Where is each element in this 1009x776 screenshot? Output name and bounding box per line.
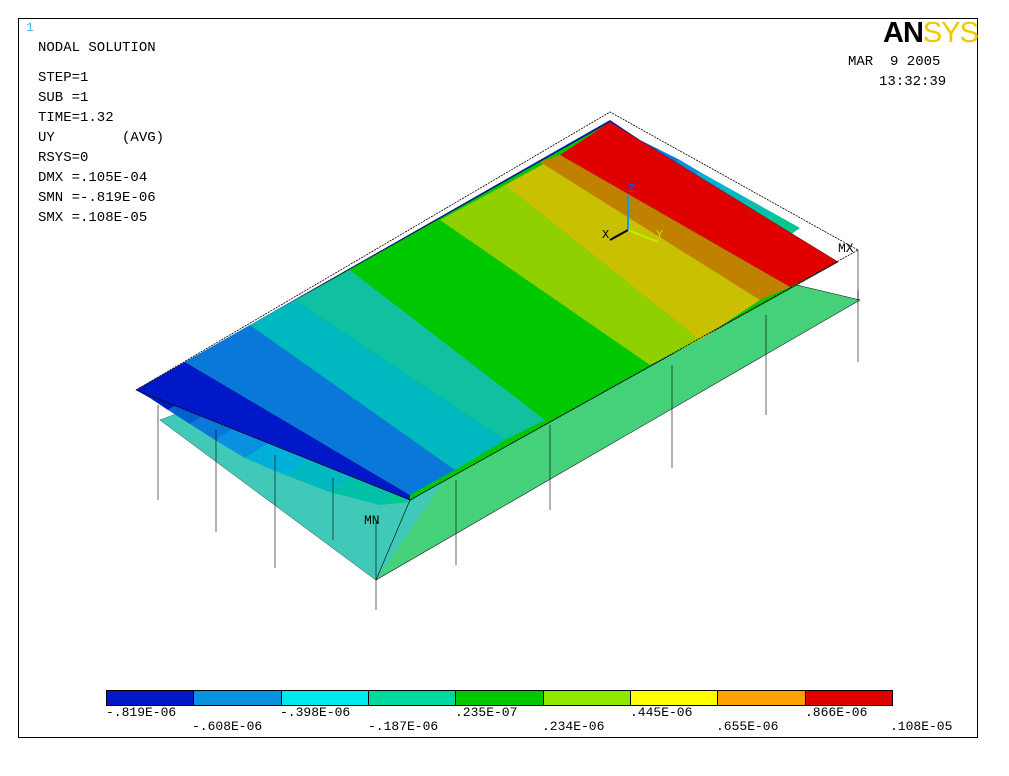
axis-y-label: Y — [656, 228, 663, 242]
legend-swatch — [193, 691, 281, 705]
legend-swatch — [107, 691, 194, 705]
legend-label-8: .655E-06 — [716, 719, 779, 734]
axis-x-label: X — [602, 228, 609, 242]
max-marker: MX — [838, 241, 854, 256]
min-marker: MN — [364, 513, 380, 528]
contour-legend — [106, 690, 893, 706]
legend-label-7: .445E-06 — [630, 705, 693, 720]
legend-swatch — [629, 691, 718, 705]
legend-label-9: .866E-06 — [805, 705, 868, 720]
legend-label-6: .234E-06 — [542, 719, 605, 734]
legend-swatch — [717, 691, 805, 705]
legend-label-5: .235E-07 — [455, 705, 518, 720]
legend-label-4: -.187E-06 — [368, 719, 439, 734]
legend-swatch — [367, 691, 456, 705]
legend-swatch — [542, 691, 630, 705]
legend-label-3: -.398E-06 — [280, 705, 351, 720]
legend-label-1: -.819E-06 — [106, 705, 177, 720]
legend-swatch — [804, 691, 892, 705]
axis-z-label: Z — [628, 182, 635, 196]
legend-swatch — [280, 691, 368, 705]
model-view[interactable]: Z Y X MX MN — [0, 0, 1009, 776]
legend-swatch — [455, 691, 543, 705]
legend-label-10: .108E-05 — [890, 719, 953, 734]
legend-label-2: -.608E-06 — [192, 719, 263, 734]
